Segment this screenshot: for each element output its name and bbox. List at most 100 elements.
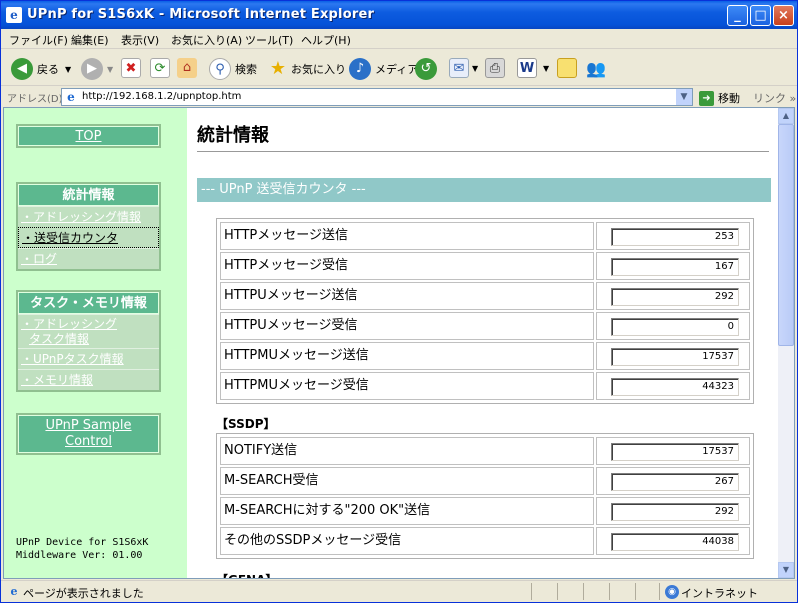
nav-link-addressing-task-line1: ・アドレッシング — [21, 317, 118, 331]
counter-cell: 267 — [596, 467, 750, 495]
nav-link-addressing[interactable]: ・アドレッシング情報 — [18, 206, 159, 227]
back-button[interactable]: ◀ 戻る ▼ — [11, 58, 71, 80]
nav-link-addressing-task[interactable]: ・アドレッシング タスク情報 — [18, 314, 159, 348]
go-arrow-icon: ➜ — [699, 90, 714, 106]
ssdp-counter-table: NOTIFY送信 17537 M-SEARCH受信 267 M-SEARCHに対… — [216, 433, 754, 559]
home-button[interactable]: ⌂ — [177, 58, 197, 78]
mail-button[interactable]: ✉ ▼ — [449, 58, 478, 78]
ssdp-heading: 【SSDP】 — [216, 417, 276, 431]
edit-dropdown-icon[interactable]: ▼ — [543, 64, 549, 73]
counter-cell: 17537 — [596, 342, 750, 370]
menu-edit[interactable]: 編集(E) — [71, 32, 109, 48]
status-divider — [531, 583, 532, 600]
favorites-button[interactable]: ★ お気に入り — [267, 58, 346, 80]
nav-sample-line1: UPnP Sample — [45, 418, 132, 433]
counter-value[interactable]: 0 — [611, 318, 739, 336]
messenger-button[interactable]: 👥 — [585, 58, 607, 80]
window-title: UPnP for S1S6xK - Microsoft Internet Exp… — [27, 7, 375, 22]
discuss-button[interactable] — [557, 58, 577, 78]
go-button[interactable]: ➜ 移動 — [699, 90, 740, 106]
counter-value[interactable]: 44038 — [611, 533, 739, 551]
minimize-button[interactable]: _ — [727, 5, 748, 26]
counter-cell: 253 — [596, 222, 750, 250]
media-label: メディア — [375, 63, 419, 76]
address-bar: アドレス(D) e http://192.168.1.2/upnptop.htm… — [1, 87, 797, 107]
links-button[interactable]: リンク » — [753, 90, 796, 106]
menu-favorites[interactable]: お気に入り(A) — [171, 32, 242, 48]
nav-task-heading: タスク・メモリ情報 — [18, 292, 159, 314]
counter-value[interactable]: 292 — [611, 288, 739, 306]
status-divider — [609, 583, 610, 600]
history-icon: ↺ — [415, 58, 437, 80]
intranet-icon: ◉ — [665, 585, 679, 599]
edit-button[interactable]: W ▼ — [517, 58, 549, 78]
word-icon: W — [517, 58, 537, 78]
scroll-thumb[interactable] — [778, 124, 794, 346]
mail-dropdown-icon[interactable]: ▼ — [472, 64, 478, 73]
middleware-version: Middleware Ver: 01.00 — [16, 550, 143, 561]
counter-value[interactable]: 292 — [611, 503, 739, 521]
status-bar: e ページが表示されました ◉ イントラネット — [1, 580, 797, 602]
menu-tools[interactable]: ツール(T) — [245, 32, 293, 48]
toolbar: ◀ 戻る ▼ ▶ ▼ ✖ ⟳ ⌂ ⚲ 検索 ★ お気に入り ♪ メディア ↺ ✉… — [1, 50, 797, 86]
nav-sample-link[interactable]: UPnP Sample Control — [18, 415, 159, 453]
counter-cell: 292 — [596, 497, 750, 525]
table-row: その他のSSDPメッセージ受信 44038 — [219, 526, 751, 556]
forward-button[interactable]: ▶ ▼ — [81, 58, 113, 80]
table-row: M-SEARCHに対する"200 OK"送信 292 — [219, 496, 751, 526]
scroll-down-icon[interactable]: ▼ — [778, 562, 794, 578]
menu-help[interactable]: ヘルプ(H) — [301, 32, 351, 48]
content-frame: TOP 統計情報 ・アドレッシング情報 ・送受信カウンタ ・ログ タスク・メモリ… — [3, 107, 795, 579]
left-nav: TOP 統計情報 ・アドレッシング情報 ・送受信カウンタ ・ログ タスク・メモリ… — [4, 108, 187, 578]
scroll-up-icon[interactable]: ▲ — [778, 108, 794, 124]
address-url[interactable]: http://192.168.1.2/upnptop.htm — [82, 91, 241, 102]
forward-arrow-icon: ▶ — [81, 58, 103, 80]
table-row: HTTPUメッセージ受信 0 — [219, 311, 751, 341]
main-content: 統計情報 --- UPnP 送受信カウンタ --- HTTPメッセージ送信 25… — [187, 108, 778, 578]
nav-link-log[interactable]: ・ログ — [18, 248, 159, 269]
zone-text: イントラネット — [681, 587, 758, 600]
counter-value[interactable]: 253 — [611, 228, 739, 246]
vertical-scrollbar[interactable]: ▲ ▼ — [778, 108, 794, 578]
page-icon: e — [67, 90, 75, 104]
table-row: NOTIFY送信 17537 — [219, 436, 751, 466]
stop-button[interactable]: ✖ — [121, 58, 141, 78]
maximize-button[interactable]: □ — [750, 5, 771, 26]
page-done-icon: e — [10, 585, 18, 598]
nav-top-link[interactable]: TOP — [18, 126, 159, 146]
nav-link-memory[interactable]: ・メモリ情報 — [18, 369, 159, 390]
refresh-button[interactable]: ⟳ — [150, 58, 170, 78]
home-icon: ⌂ — [177, 58, 197, 78]
nav-sample-box: UPnP Sample Control — [16, 413, 161, 455]
forward-dropdown-icon[interactable]: ▼ — [107, 65, 113, 74]
counter-label: NOTIFY送信 — [220, 437, 594, 465]
nav-link-upnp-task[interactable]: ・UPnPタスク情報 — [18, 348, 159, 369]
counter-value[interactable]: 267 — [611, 473, 739, 491]
table-row: M-SEARCH受信 267 — [219, 466, 751, 496]
search-button[interactable]: ⚲ 検索 — [209, 58, 257, 80]
search-icon: ⚲ — [209, 58, 231, 80]
stop-icon: ✖ — [121, 58, 141, 78]
title-bar[interactable]: e UPnP for S1S6xK - Microsoft Internet E… — [1, 1, 797, 29]
menu-bar: ファイル(F) 編集(E) 表示(V) お気に入り(A) ツール(T) ヘルプ(… — [1, 29, 797, 77]
menu-file[interactable]: ファイル(F) — [9, 32, 68, 48]
address-dropdown-icon[interactable]: ▼ — [676, 89, 692, 105]
counter-label: HTTPメッセージ受信 — [220, 252, 594, 280]
messenger-icon: 👥 — [586, 59, 606, 78]
media-button[interactable]: ♪ メディア — [349, 58, 418, 80]
counter-value[interactable]: 17537 — [611, 443, 739, 461]
note-icon — [557, 58, 577, 78]
close-button[interactable]: × — [773, 5, 794, 26]
menu-view[interactable]: 表示(V) — [121, 32, 159, 48]
counter-value[interactable]: 167 — [611, 258, 739, 276]
refresh-icon: ⟳ — [150, 58, 170, 78]
address-input[interactable]: e http://192.168.1.2/upnptop.htm ▼ — [61, 88, 693, 106]
history-button[interactable]: ↺ — [415, 58, 437, 80]
search-label: 検索 — [235, 63, 257, 76]
counter-value[interactable]: 44323 — [611, 378, 739, 396]
back-dropdown-icon[interactable]: ▼ — [65, 65, 71, 74]
print-button[interactable]: ⎙ — [485, 58, 505, 78]
nav-link-counter[interactable]: ・送受信カウンタ — [18, 227, 159, 248]
counter-value[interactable]: 17537 — [611, 348, 739, 366]
address-label: アドレス(D) — [7, 94, 63, 105]
